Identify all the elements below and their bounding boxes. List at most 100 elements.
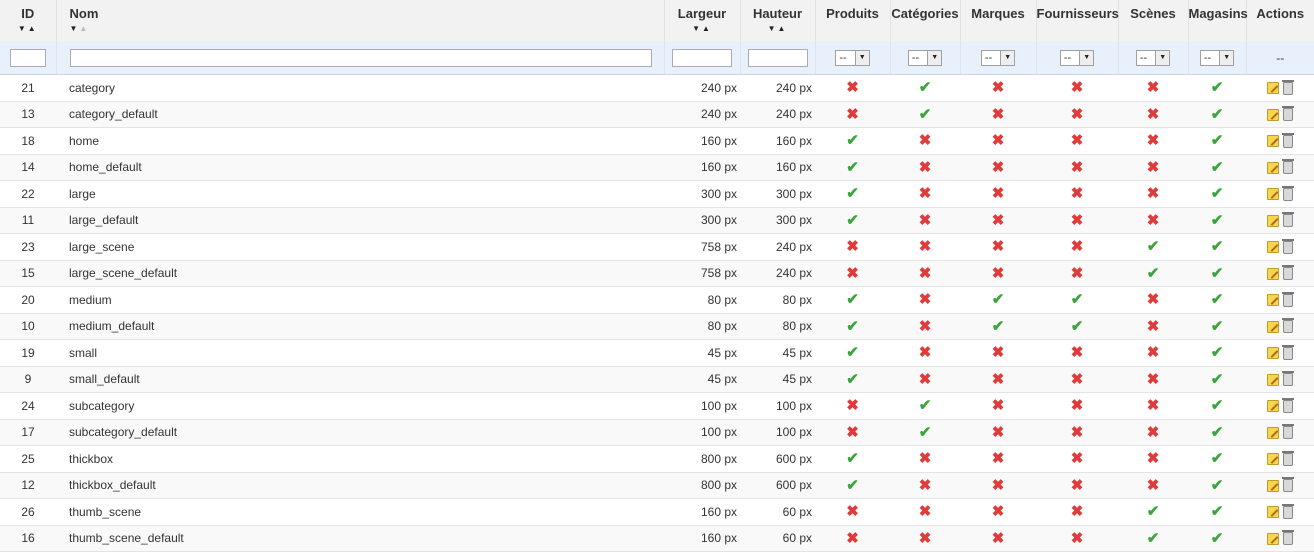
check-icon[interactable]: ✔ [1211, 212, 1224, 229]
edit-pencil-icon[interactable] [1267, 294, 1279, 307]
edit-pencil-icon[interactable] [1267, 532, 1279, 545]
cross-icon[interactable]: ✖ [1147, 291, 1160, 308]
check-icon[interactable]: ✔ [1211, 291, 1224, 308]
cross-icon[interactable]: ✖ [919, 530, 932, 547]
cross-icon[interactable]: ✖ [992, 159, 1005, 176]
cross-icon[interactable]: ✖ [1147, 397, 1160, 414]
check-icon[interactable]: ✔ [1211, 424, 1224, 441]
cross-icon[interactable]: ✖ [846, 397, 859, 414]
cross-icon[interactable]: ✖ [1147, 212, 1160, 229]
cross-icon[interactable]: ✖ [1071, 185, 1084, 202]
table-row[interactable]: 18 home 160 px 160 px ✔ ✖ ✖ ✖ ✖ ✔ [0, 127, 1314, 155]
check-icon[interactable]: ✔ [846, 450, 859, 467]
cross-icon[interactable]: ✖ [1147, 318, 1160, 335]
cross-icon[interactable]: ✖ [1147, 344, 1160, 361]
cross-icon[interactable]: ✖ [992, 212, 1005, 229]
cross-icon[interactable]: ✖ [992, 132, 1005, 149]
check-icon[interactable]: ✔ [1071, 291, 1084, 308]
cross-icon[interactable]: ✖ [992, 530, 1005, 547]
check-icon[interactable]: ✔ [1211, 238, 1224, 255]
edit-pencil-icon[interactable] [1267, 453, 1279, 466]
filter-manufacturers-select[interactable]: -- ▼ [980, 49, 1016, 66]
filter-stores-select[interactable]: -- ▼ [1199, 49, 1235, 66]
check-icon[interactable]: ✔ [1211, 318, 1224, 335]
cross-icon[interactable]: ✖ [992, 477, 1005, 494]
check-icon[interactable]: ✔ [1211, 503, 1224, 520]
filter-categories-select[interactable]: -- ▼ [907, 49, 943, 66]
check-icon[interactable]: ✔ [1211, 371, 1224, 388]
cross-icon[interactable]: ✖ [1071, 79, 1084, 96]
cross-icon[interactable]: ✖ [1071, 397, 1084, 414]
edit-pencil-icon[interactable] [1267, 426, 1279, 439]
trash-can-icon[interactable] [1282, 132, 1294, 148]
check-icon[interactable]: ✔ [1211, 159, 1224, 176]
check-icon[interactable]: ✔ [919, 397, 932, 414]
edit-pencil-icon[interactable] [1267, 108, 1279, 121]
table-row[interactable]: 17 subcategory_default 100 px 100 px ✖ ✔ ✖ ✖ ✖ ✔ [0, 419, 1314, 446]
sort-asc-icon[interactable]: ▲ [28, 24, 38, 33]
check-icon[interactable]: ✔ [1211, 450, 1224, 467]
check-icon[interactable]: ✔ [846, 291, 859, 308]
check-icon[interactable]: ✔ [1211, 185, 1224, 202]
cross-icon[interactable]: ✖ [1147, 424, 1160, 441]
table-row[interactable]: 10 medium_default 80 px 80 px ✔ ✖ ✔ ✔ ✖ ✔ [0, 313, 1314, 340]
sort-desc-icon[interactable]: ▼ [768, 24, 778, 33]
trash-can-icon[interactable] [1282, 371, 1294, 387]
trash-can-icon[interactable] [1282, 477, 1294, 493]
edit-pencil-icon[interactable] [1267, 347, 1279, 360]
cross-icon[interactable]: ✖ [1147, 159, 1160, 176]
cross-icon[interactable]: ✖ [1071, 265, 1084, 282]
trash-can-icon[interactable] [1282, 291, 1294, 307]
check-icon[interactable]: ✔ [992, 318, 1005, 335]
check-icon[interactable]: ✔ [919, 79, 932, 96]
check-icon[interactable]: ✔ [846, 477, 859, 494]
edit-pencil-icon[interactable] [1267, 82, 1279, 95]
cross-icon[interactable]: ✖ [1071, 450, 1084, 467]
cross-icon[interactable]: ✖ [846, 79, 859, 96]
cross-icon[interactable]: ✖ [846, 238, 859, 255]
cross-icon[interactable]: ✖ [1147, 106, 1160, 123]
filter-suppliers-select[interactable]: -- ▼ [1059, 49, 1095, 66]
check-icon[interactable]: ✔ [846, 318, 859, 335]
check-icon[interactable]: ✔ [919, 424, 932, 441]
cross-icon[interactable]: ✖ [1071, 503, 1084, 520]
cross-icon[interactable]: ✖ [846, 106, 859, 123]
cross-icon[interactable]: ✖ [1071, 530, 1084, 547]
table-row[interactable]: 13 category_default 240 px 240 px ✖ ✔ ✖ ✖ ✖ ✔ [0, 101, 1314, 128]
edit-pencil-icon[interactable] [1267, 135, 1279, 148]
cross-icon[interactable]: ✖ [1147, 371, 1160, 388]
sort-desc-icon[interactable]: ▼ [692, 24, 702, 33]
table-row[interactable]: 19 small 45 px 45 px ✔ ✖ ✖ ✖ ✖ ✔ [0, 339, 1314, 367]
cross-icon[interactable]: ✖ [919, 185, 932, 202]
edit-pencil-icon[interactable] [1267, 267, 1279, 280]
cross-icon[interactable]: ✖ [919, 318, 932, 335]
table-row[interactable]: 15 large_scene_default 758 px 240 px ✖ ✖ ✖ ✖ ✔ ✔ [0, 260, 1314, 287]
cross-icon[interactable]: ✖ [992, 424, 1005, 441]
cross-icon[interactable]: ✖ [919, 450, 932, 467]
cross-icon[interactable]: ✖ [846, 503, 859, 520]
trash-can-icon[interactable] [1282, 344, 1294, 360]
check-icon[interactable]: ✔ [1211, 530, 1224, 547]
cross-icon[interactable]: ✖ [1071, 212, 1084, 229]
cross-icon[interactable]: ✖ [992, 238, 1005, 255]
table-row[interactable]: 16 thumb_scene_default 160 px 60 px ✖ ✖ ✖ ✖ ✔ ✔ [0, 525, 1314, 552]
col-header-height[interactable]: Hauteur ▼▲ [740, 0, 816, 41]
trash-can-icon[interactable] [1282, 159, 1294, 175]
check-icon[interactable]: ✔ [1147, 265, 1160, 282]
cross-icon[interactable]: ✖ [992, 397, 1005, 414]
trash-can-icon[interactable] [1282, 238, 1294, 254]
sort-desc-icon[interactable]: ▼ [18, 24, 28, 33]
cross-icon[interactable]: ✖ [919, 503, 932, 520]
cross-icon[interactable]: ✖ [1071, 477, 1084, 494]
cross-icon[interactable]: ✖ [919, 265, 932, 282]
trash-can-icon[interactable] [1282, 185, 1294, 201]
table-row[interactable]: 14 home_default 160 px 160 px ✔ ✖ ✖ ✖ ✖ ✔ [0, 154, 1314, 181]
edit-pencil-icon[interactable] [1267, 506, 1279, 519]
check-icon[interactable]: ✔ [1211, 132, 1224, 149]
check-icon[interactable]: ✔ [846, 132, 859, 149]
edit-pencil-icon[interactable] [1267, 161, 1279, 174]
table-row[interactable]: 11 large_default 300 px 300 px ✔ ✖ ✖ ✖ ✖ ✔ [0, 207, 1314, 234]
cross-icon[interactable]: ✖ [846, 424, 859, 441]
table-row[interactable]: 12 thickbox_default 800 px 600 px ✔ ✖ ✖ ✖ ✖ ✔ [0, 472, 1314, 499]
col-header-name[interactable]: Nom ▼▲ [56, 0, 665, 41]
